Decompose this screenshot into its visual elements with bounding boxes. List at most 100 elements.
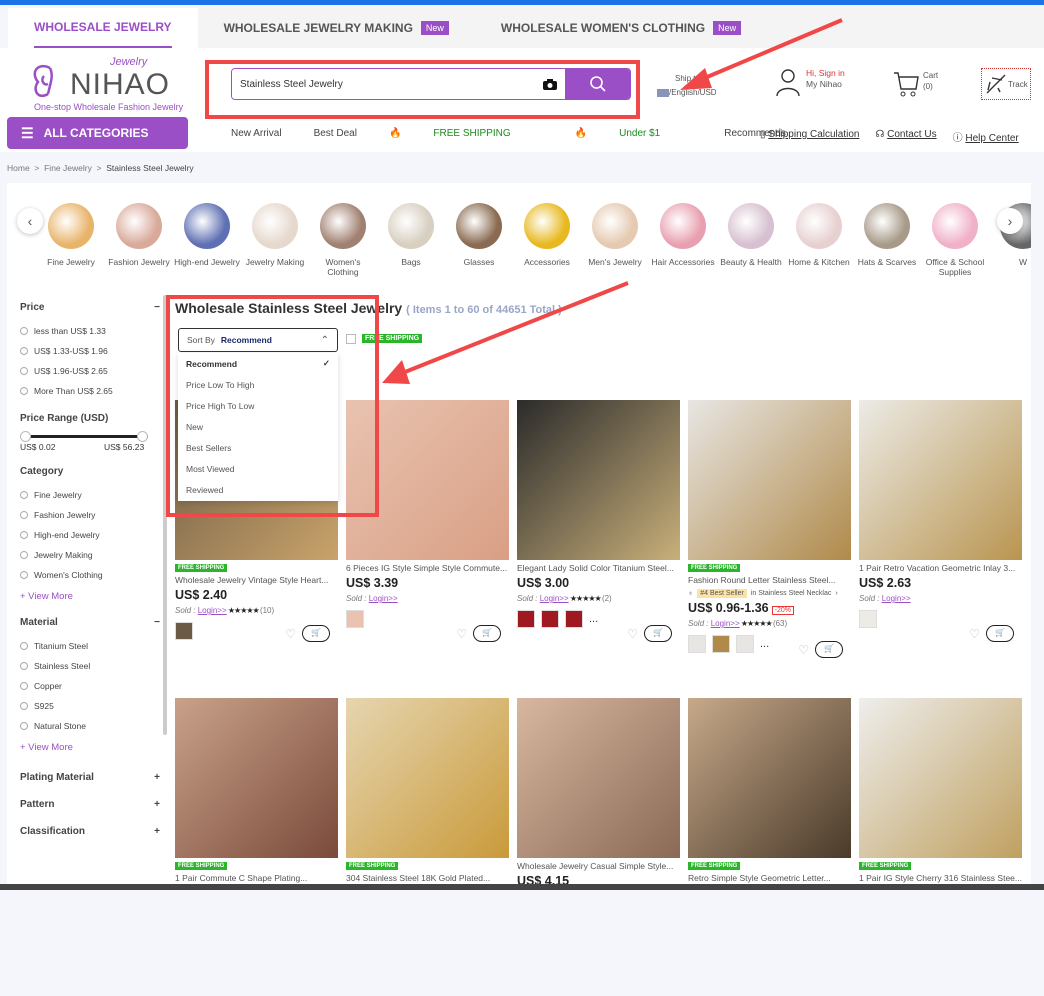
variant-thumb[interactable] <box>859 610 877 628</box>
price-range-slider[interactable]: US$ 0.02 US$ 56.23 <box>20 430 160 452</box>
sort-option[interactable]: New <box>178 416 338 437</box>
add-to-cart-icon[interactable]: 🛒 <box>473 625 501 642</box>
filter-pattern-header[interactable]: Pattern + <box>20 799 160 810</box>
sort-option[interactable]: Price Low To High <box>178 374 338 395</box>
filter-option[interactable]: Women's Clothing <box>20 565 160 585</box>
product-image[interactable] <box>517 698 680 858</box>
wishlist-icon[interactable]: ♡ <box>285 627 296 641</box>
tab-wholesale-jewelry[interactable]: WHOLESALE JEWELRY <box>8 8 198 48</box>
category-item[interactable]: Women's Clothing <box>309 203 377 277</box>
wishlist-icon[interactable]: ♡ <box>456 627 467 641</box>
add-to-cart-icon[interactable]: 🛒 <box>644 625 672 642</box>
category-item[interactable]: High-end Jewelry <box>173 203 241 277</box>
wishlist-icon[interactable]: ♡ <box>627 627 638 641</box>
product-image[interactable] <box>517 400 680 560</box>
category-item[interactable]: Beauty & Health <box>717 203 785 277</box>
help-center-link[interactable]: ⓘ Help Center <box>953 129 1019 144</box>
product-card[interactable]: 6 Pieces IG Style Simple Style Commute..… <box>346 400 509 698</box>
tab-womens-clothing[interactable]: WHOLESALE WOMEN'S CLOTHING New <box>475 8 767 48</box>
all-categories-button[interactable]: ☰ ALL CATEGORIES <box>7 117 188 149</box>
filter-category-header[interactable]: Category <box>20 466 160 477</box>
sort-option[interactable]: Recommend ✓ <box>178 353 338 374</box>
filter-option[interactable]: More Than US$ 2.65 <box>20 381 160 401</box>
category-item[interactable]: Office & School Supplies <box>921 203 989 277</box>
search-input[interactable] <box>232 69 535 99</box>
logo[interactable]: Jewelry NIHAO One-stop Wholesale Fashion… <box>30 56 190 112</box>
contact-us-link[interactable]: ☊ Contact Us <box>875 129 936 144</box>
product-name[interactable]: 6 Pieces IG Style Simple Style Commute..… <box>346 563 509 573</box>
filter-option[interactable]: US$ 1.33-US$ 1.96 <box>20 341 160 361</box>
product-card[interactable]: FREE SHIPPING 304 Stainless Steel 18K Gol… <box>346 698 509 996</box>
category-item[interactable]: Hats & Scarves <box>853 203 921 277</box>
filter-option[interactable]: Jewelry Making <box>20 545 160 565</box>
wishlist-icon[interactable]: ♡ <box>798 643 809 657</box>
add-to-cart-icon[interactable]: 🛒 <box>986 625 1014 642</box>
product-name[interactable]: Retro Simple Style Geometric Letter... <box>688 873 851 883</box>
filter-option[interactable]: Fine Jewelry <box>20 485 160 505</box>
wishlist-icon[interactable]: ♡ <box>969 627 980 641</box>
ship-to[interactable]: Ship to: /English/USD <box>657 72 717 100</box>
product-card[interactable]: FREE SHIPPING 1 Pair Commute C Shape Plat… <box>175 698 338 996</box>
product-image[interactable] <box>346 698 509 858</box>
cart[interactable]: Cart (0) <box>893 70 938 98</box>
product-name[interactable]: 1 Pair Retro Vacation Geometric Inlay 3.… <box>859 563 1022 573</box>
product-card[interactable]: 1 Pair Retro Vacation Geometric Inlay 3.… <box>859 400 1022 698</box>
breadcrumb-home[interactable]: Home <box>7 163 30 173</box>
carousel-prev-button[interactable]: ‹ <box>17 208 43 234</box>
category-item[interactable]: Accessories <box>513 203 581 277</box>
variant-thumb[interactable] <box>346 610 364 628</box>
filter-option[interactable]: Titanium Steel <box>20 636 160 656</box>
shipping-calculation-link[interactable]: ▯ Shipping Calculation <box>760 129 859 144</box>
product-card[interactable]: Elegant Lady Solid Color Titanium Steel.… <box>517 400 680 698</box>
sidebar-scrollbar[interactable] <box>163 295 167 735</box>
tab-jewelry-making[interactable]: WHOLESALE JEWELRY MAKING New <box>198 8 475 48</box>
category-item[interactable]: Jewelry Making <box>241 203 309 277</box>
nav-new-arrival[interactable]: New Arrival <box>231 128 282 139</box>
sort-option[interactable]: Reviewed <box>178 479 338 500</box>
filter-option[interactable]: Stainless Steel <box>20 656 160 676</box>
category-item[interactable]: Bags <box>377 203 445 277</box>
track-button[interactable]: Track <box>981 68 1031 100</box>
product-name[interactable]: 1 Pair Commute C Shape Plating... <box>175 873 338 883</box>
my-nihao-link[interactable]: My Nihao <box>806 79 845 90</box>
variant-thumb[interactable] <box>688 635 706 653</box>
category-item[interactable]: Men's Jewelry <box>581 203 649 277</box>
filter-option[interactable]: Natural Stone <box>20 716 160 736</box>
nav-free-shipping[interactable]: 🔥 FREE SHIPPING <box>389 128 543 139</box>
login-link[interactable]: Login>> <box>711 619 740 628</box>
filter-material-header[interactable]: Material − <box>20 617 160 628</box>
sort-option[interactable]: Best Sellers <box>178 437 338 458</box>
nav-best-deal[interactable]: Best Deal <box>314 128 357 139</box>
product-card[interactable]: FREE SHIPPING Fashion Round Letter Stainl… <box>688 400 851 698</box>
material-view-more[interactable]: + View More <box>20 736 160 758</box>
filter-plating-header[interactable]: Plating Material + <box>20 772 160 783</box>
variant-thumb[interactable] <box>712 635 730 653</box>
category-item[interactable]: Glasses <box>445 203 513 277</box>
camera-icon[interactable] <box>535 69 565 99</box>
product-card[interactable]: FREE SHIPPING Retro Simple Style Geometri… <box>688 698 851 996</box>
filter-option[interactable]: less than US$ 1.33 <box>20 321 160 341</box>
slider-min-handle[interactable] <box>20 431 31 442</box>
breadcrumb-fine-jewelry[interactable]: Fine Jewelry <box>44 163 92 173</box>
product-image[interactable] <box>859 698 1022 858</box>
free-shipping-checkbox[interactable] <box>346 334 356 344</box>
filter-classification-header[interactable]: Classification + <box>20 826 160 837</box>
product-image[interactable] <box>346 400 509 560</box>
category-view-more[interactable]: + View More <box>20 585 160 607</box>
product-name[interactable]: 304 Stainless Steel 18K Gold Plated... <box>346 873 509 883</box>
variant-thumb[interactable] <box>517 610 535 628</box>
variant-thumb[interactable] <box>175 622 193 640</box>
nav-under-1[interactable]: 🔥 Under $1 <box>575 128 693 139</box>
sort-option[interactable]: Most Viewed <box>178 458 338 479</box>
filter-option[interactable]: US$ 1.96-US$ 2.65 <box>20 361 160 381</box>
sort-option[interactable]: Price High To Low <box>178 395 338 416</box>
filter-option[interactable]: S925 <box>20 696 160 716</box>
category-item[interactable]: Fashion Jewelry <box>105 203 173 277</box>
carousel-next-button[interactable]: › <box>997 208 1023 234</box>
product-image[interactable] <box>688 698 851 858</box>
product-card[interactable]: FREE SHIPPING 1 Pair IG Style Cherry 316 … <box>859 698 1022 996</box>
product-image[interactable] <box>175 698 338 858</box>
add-to-cart-icon[interactable]: 🛒 <box>302 625 330 642</box>
sign-in[interactable]: Hi, Sign in My Nihao <box>776 68 845 96</box>
product-card[interactable]: Wholesale Jewelry Casual Simple Style...… <box>517 698 680 996</box>
